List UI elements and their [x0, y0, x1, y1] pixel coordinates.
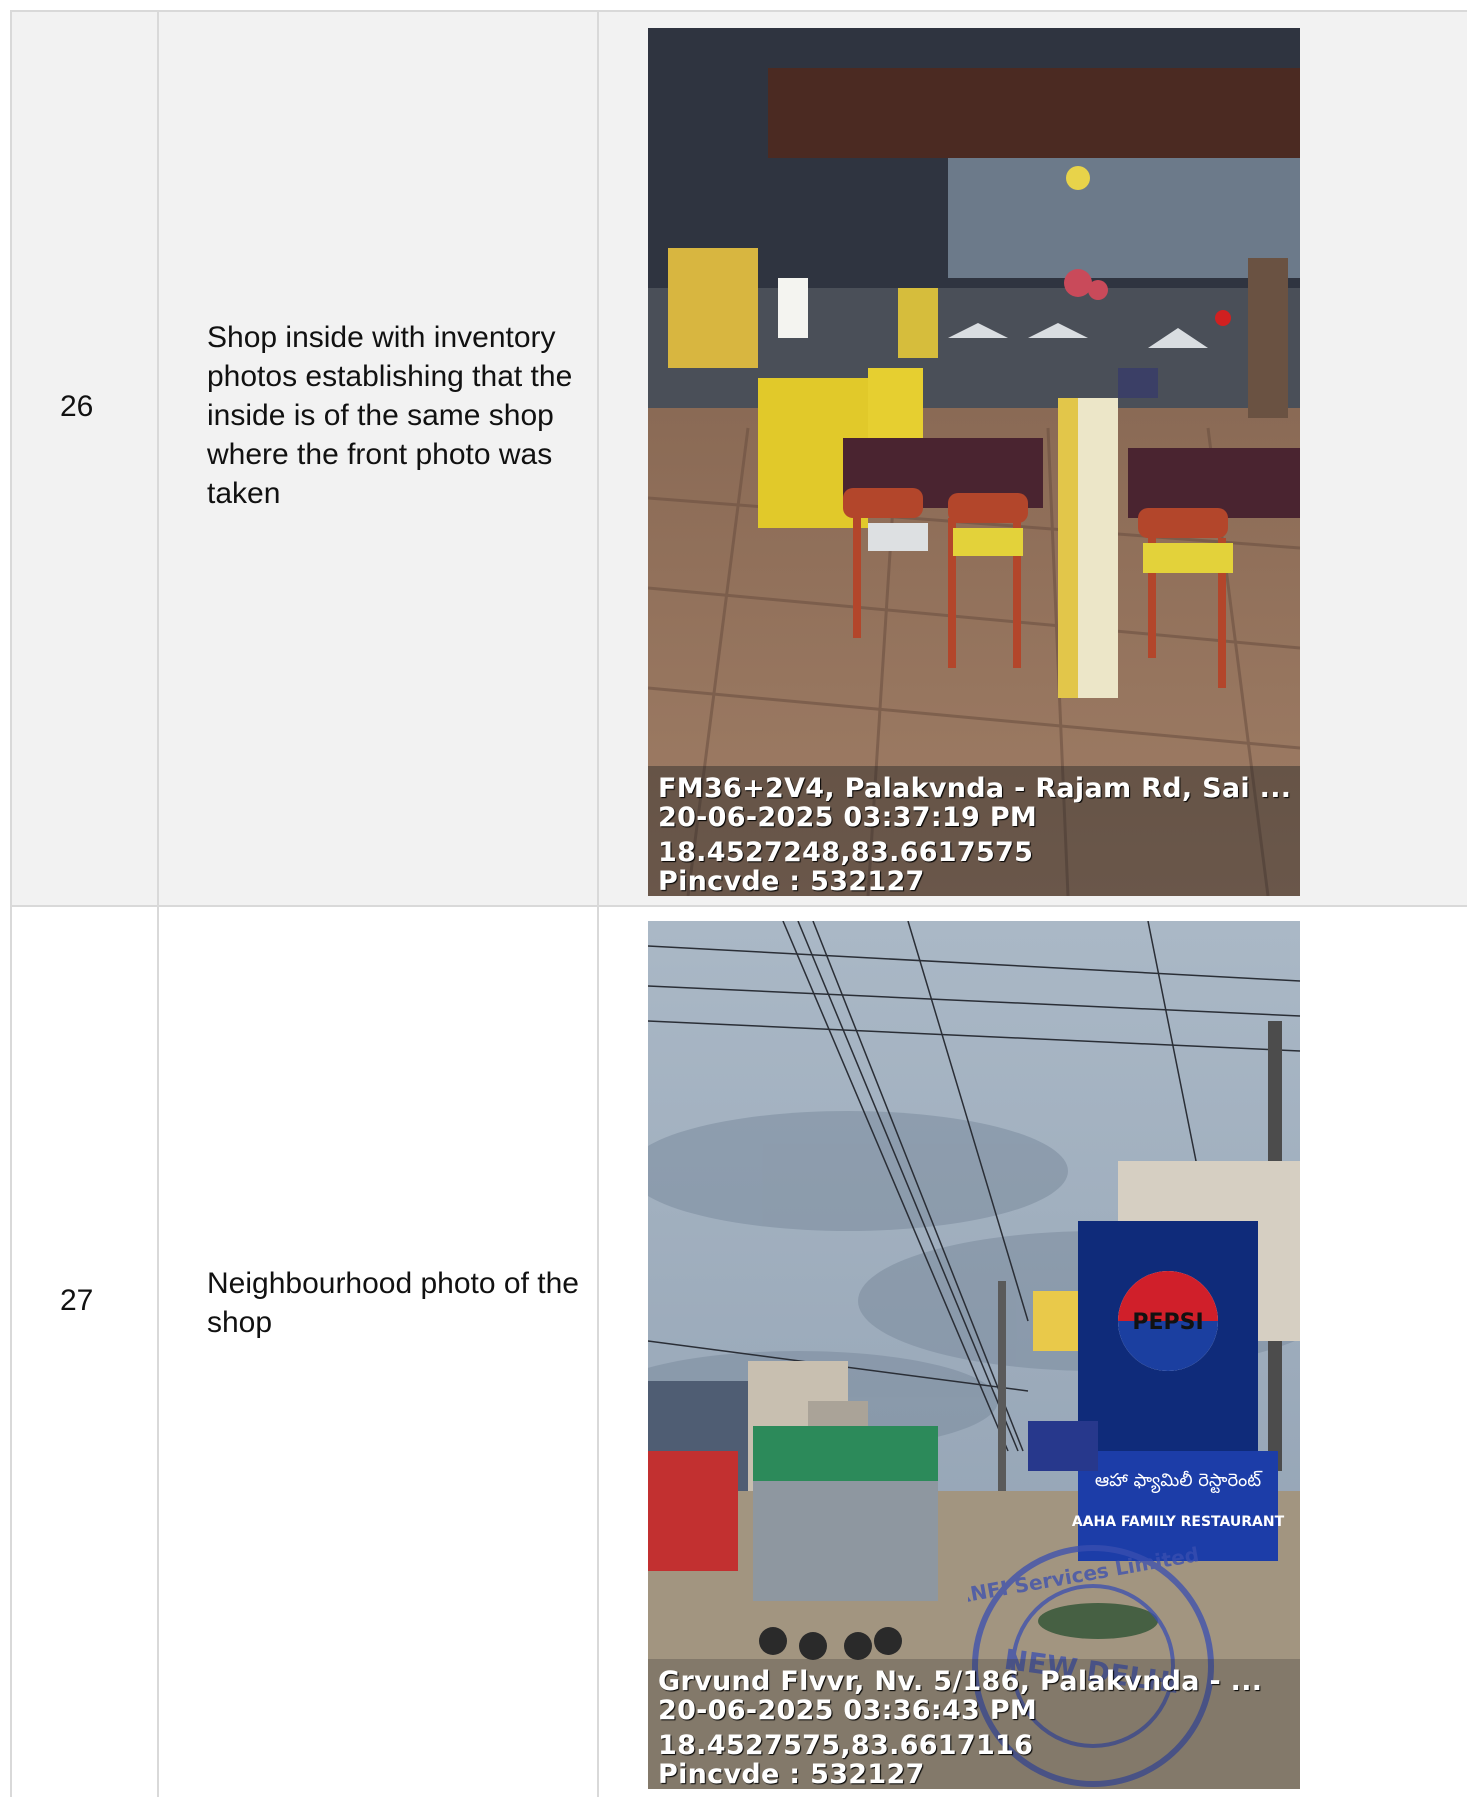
table-row: 26 Shop inside with inventory photos est…: [12, 12, 1467, 907]
geotag-overlay: FM36+2V4, Palakvnda - Rajam Rd, Sai ... …: [648, 766, 1300, 896]
geotag-coordinates: 18.4527575,83.6617116: [658, 1731, 1034, 1760]
restaurant-telugu-sign: ఆహా ఫ్యామిలీ రెస్టారెంట్: [1095, 1470, 1263, 1493]
neighbourhood-photo: PEPSI ఆహా ఫ్యామిలీ రెస్టారెంట్ AAHA FAMI…: [648, 921, 1300, 1789]
row-number: 27: [60, 1284, 94, 1317]
number-cell: 27: [12, 907, 159, 1797]
photo-cell: FM36+2V4, Palakvnda - Rajam Rd, Sai ... …: [599, 12, 1467, 905]
restaurant-sign: AAHA FAMILY RESTAURANT: [1072, 1514, 1285, 1530]
shop-inside-photo: FM36+2V4, Palakvnda - Rajam Rd, Sai ... …: [648, 28, 1300, 896]
geotag-pincode: Pincvde : 532127: [658, 867, 925, 896]
photo-cell: PEPSI ఆహా ఫ్యామిలీ రెస్టారెంట్ AAHA FAMI…: [599, 907, 1467, 1797]
description-cell: Shop inside with inventory photos establ…: [159, 12, 599, 905]
geotag-address: FM36+2V4, Palakvnda - Rajam Rd, Sai ...: [658, 774, 1292, 803]
row-description: Shop inside with inventory photos establ…: [207, 321, 573, 510]
number-cell: 26: [12, 12, 159, 905]
geotag-datetime: 20-06-2025 03:36:43 PM: [658, 1696, 1038, 1725]
geotag-coordinates: 18.4527248,83.6617575: [658, 838, 1034, 867]
geotag-address: Grvund Flvvr, Nv. 5/186, Palakvnda - ...: [658, 1667, 1263, 1696]
table-row: 27 Neighbourhood photo of the shop PEPSI…: [12, 907, 1467, 1797]
geotag-pincode: Pincvde : 532127: [658, 1760, 925, 1789]
row-description: Neighbourhood photo of the shop: [207, 1267, 579, 1339]
row-number: 26: [60, 390, 94, 423]
pepsi-sign-text: PEPSI: [1132, 1310, 1203, 1335]
document-table: 26 Shop inside with inventory photos est…: [10, 10, 1467, 1797]
description-cell: Neighbourhood photo of the shop: [159, 907, 599, 1797]
geotag-overlay: Grvund Flvvr, Nv. 5/186, Palakvnda - ...…: [648, 1659, 1300, 1789]
geotag-datetime: 20-06-2025 03:37:19 PM: [658, 803, 1038, 832]
